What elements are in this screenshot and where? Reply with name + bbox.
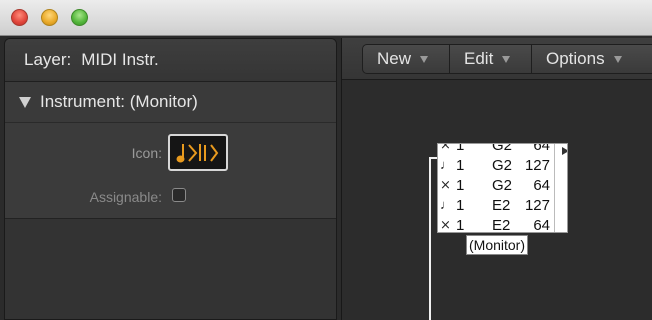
velocity-value: 64 xyxy=(533,143,550,154)
input-cable[interactable] xyxy=(429,158,431,320)
monitor-object[interactable]: ⨯ 1 G2 64 ♩ 1 G2 127 ⨯ 1 G2 64 ♩ 1 E2 127 ⨯ 1 E2 64 xyxy=(437,143,568,233)
channel-value: 1 xyxy=(456,157,465,174)
inspector-panel: Layer: MIDI Instr. Instrument: (Monitor)… xyxy=(4,38,337,320)
output-arrow-icon[interactable] xyxy=(562,147,567,155)
note-off-icon: ⨯ xyxy=(440,177,451,192)
note-value: G2 xyxy=(492,143,513,154)
instrument-title: Instrument: (Monitor) xyxy=(40,92,198,111)
assignable-checkbox[interactable] xyxy=(172,188,186,202)
chevron-down-icon xyxy=(502,55,511,63)
velocity-value: 127 xyxy=(524,157,550,174)
monitor-scrollbar[interactable] xyxy=(554,144,567,232)
note-value: E2 xyxy=(492,197,511,214)
chevron-down-icon xyxy=(420,55,429,63)
minimize-window-button[interactable] xyxy=(41,9,58,26)
assignable-label: Assignable: xyxy=(89,189,162,205)
layer-label: Layer: xyxy=(24,50,72,69)
channel-value: 1 xyxy=(456,197,465,214)
monitor-object-name[interactable]: (Monitor) xyxy=(466,235,529,255)
note-value: E2 xyxy=(492,217,511,233)
channel-value: 1 xyxy=(456,177,465,194)
edit-menu-button[interactable]: Edit xyxy=(449,44,532,74)
note-on-icon: ♩ xyxy=(440,157,453,172)
note-on-icon: ♩ xyxy=(440,197,453,212)
options-menu-label: Options xyxy=(546,49,605,68)
inspector-empty-area xyxy=(5,219,336,319)
window-title-bar xyxy=(0,0,652,36)
velocity-value: 64 xyxy=(533,177,550,194)
instrument-header[interactable]: Instrument: (Monitor) xyxy=(5,82,336,123)
chevron-down-icon xyxy=(613,55,622,63)
velocity-value: 64 xyxy=(533,217,550,233)
instrument-parameters: Icon: Assignable: xyxy=(5,123,336,219)
instrument-icon-well[interactable] xyxy=(168,134,228,171)
environment-editor: New Edit Options ⨯ 1 G2 64 ♩ 1 G2 127 ⨯ 1 G2 64 ♩ 1 E2… xyxy=(341,38,652,320)
zoom-window-button[interactable] xyxy=(71,9,88,26)
monitor-event-row: ⨯ 1 G2 64 xyxy=(438,176,550,196)
disclosure-triangle-icon[interactable] xyxy=(19,96,31,108)
monitor-event-row: ♩ 1 E2 127 xyxy=(438,196,550,216)
note-value: G2 xyxy=(492,177,513,194)
close-window-button[interactable] xyxy=(11,9,28,26)
monitor-event-row: ♩ 1 G2 127 xyxy=(438,156,550,176)
midi-monitor-icon xyxy=(176,143,219,162)
layer-value[interactable]: MIDI Instr. xyxy=(81,50,158,70)
note-off-icon: ⨯ xyxy=(440,217,451,232)
new-menu-label: New xyxy=(377,49,412,68)
monitor-event-row: ⨯ 1 E2 64 xyxy=(438,216,550,233)
layer-row[interactable]: Layer: MIDI Instr. xyxy=(5,39,336,82)
channel-value: 1 xyxy=(456,217,465,233)
note-value: G2 xyxy=(492,157,513,174)
options-menu-button[interactable]: Options xyxy=(531,44,652,74)
note-off-icon: ⨯ xyxy=(440,143,451,152)
new-menu-button[interactable]: New xyxy=(362,44,450,74)
edit-menu-label: Edit xyxy=(464,49,494,68)
velocity-value: 127 xyxy=(524,197,550,214)
monitor-event-row: ⨯ 1 G2 64 xyxy=(438,143,550,156)
icon-label: Icon: xyxy=(131,145,162,161)
editor-toolbar: New Edit Options xyxy=(342,38,652,80)
channel-value: 1 xyxy=(456,143,465,154)
